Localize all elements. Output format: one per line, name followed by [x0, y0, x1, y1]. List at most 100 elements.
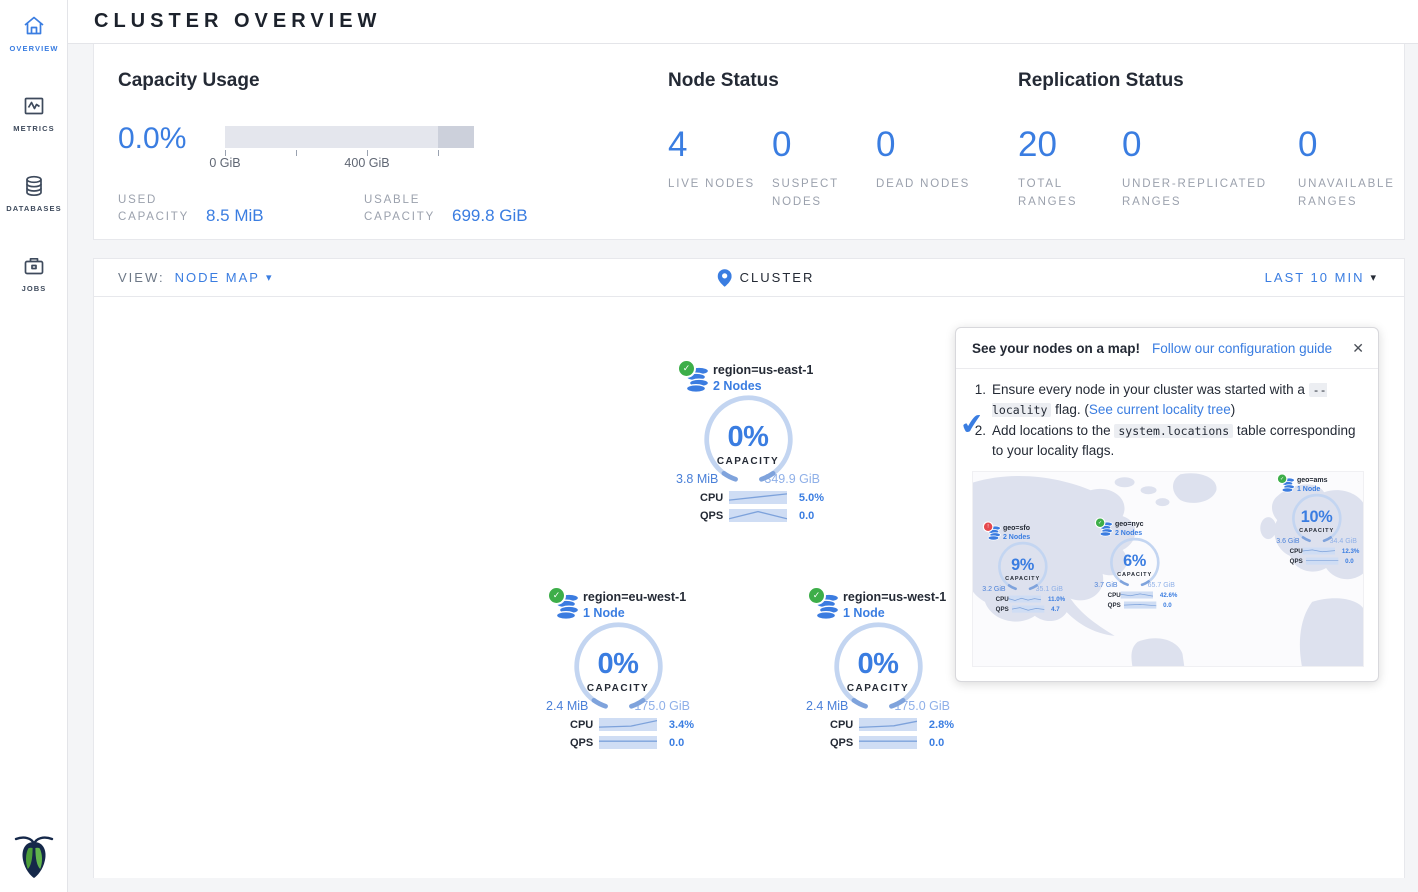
- node-marker[interactable]: ✓ geo=ams 1 Node 10%: [1274, 474, 1359, 565]
- node-marker[interactable]: ! geo=sfo 2 Nodes 9%: [980, 522, 1065, 613]
- usable-capacity-stat: USABLE CAPACITY 699.8 GiB: [364, 192, 528, 227]
- node-region-label: region=us-west-1: [843, 590, 954, 604]
- cpu-sparkline: [1121, 591, 1153, 598]
- axis-tick-label: 0 GiB: [209, 156, 240, 170]
- capacity-percent: 0%: [728, 421, 769, 454]
- node-status-icon: !: [984, 522, 992, 530]
- node-marker[interactable]: ✓ geo=nyc 2 Nodes 6%: [1092, 518, 1177, 609]
- cpu-row: CPU 11.0%: [980, 595, 1065, 602]
- popup-step-1: 1. Ensure every node in your cluster was…: [968, 380, 1362, 420]
- capacity-label: CAPACITY: [1005, 575, 1040, 581]
- node-region-label: geo=sfo: [1003, 524, 1065, 532]
- configuration-guide-link[interactable]: Follow our configuration guide: [1152, 341, 1332, 356]
- qps-sparkline: [859, 736, 917, 749]
- view-label: VIEW:: [118, 270, 165, 285]
- capacity-label: CAPACITY: [717, 456, 779, 467]
- sidebar-item-label: METRICS: [0, 124, 68, 133]
- capacity-label: CAPACITY: [847, 683, 909, 694]
- capacity-usage-section: Capacity Usage 0.0% 0 GiB 400 GiB USED C…: [94, 44, 644, 239]
- capacity-gauge: 10% CAPACITY: [1290, 492, 1343, 545]
- stat-label: USED CAPACITY: [118, 192, 206, 227]
- stat-label: USABLE CAPACITY: [364, 192, 452, 227]
- cpu-row: CPU 12.3%: [1274, 547, 1359, 554]
- sidebar-item-label: DATABASES: [0, 204, 68, 213]
- popup-step-2: 2. Add locations to the system.locations…: [968, 421, 1362, 461]
- capacity-label: CAPACITY: [587, 683, 649, 694]
- page-title: CLUSTER OVERVIEW: [68, 0, 1418, 33]
- capacity-percent: 0%: [598, 648, 639, 681]
- code-system-locations: system.locations: [1114, 424, 1233, 438]
- capacity-label: CAPACITY: [1299, 527, 1334, 533]
- sidebar: OVERVIEW METRICS DATABASES JOBS: [0, 0, 68, 892]
- node-status-section: Node Status 4 LIVE NODES 0 SUSPECT NODES…: [644, 44, 994, 239]
- capacity-gauge: 6% CAPACITY: [1108, 536, 1161, 589]
- qps-row: QPS 0.0: [1092, 601, 1177, 608]
- under-replicated-ranges-stat: 0 UNDER-REPLICATED RANGES: [1122, 128, 1298, 212]
- node-map-panel: VIEW: NODE MAP ▾ CLUSTER LAST 10 MIN ▾ S…: [93, 258, 1405, 878]
- qps-sparkline: [1012, 605, 1044, 612]
- close-icon[interactable]: ✕: [1352, 340, 1364, 357]
- check-mark-icon: ✔: [958, 406, 986, 443]
- cpu-sparkline: [1303, 547, 1335, 554]
- qps-sparkline: [1306, 557, 1338, 564]
- qps-sparkline: [1124, 601, 1156, 608]
- locality-tree-link[interactable]: See current locality tree: [1089, 402, 1231, 417]
- cpu-sparkline: [1009, 595, 1041, 602]
- node-count-label: 1 Node: [583, 606, 694, 620]
- node-marker[interactable]: ✓ region=eu-west-1 1 Node 0%: [542, 587, 694, 749]
- page-header: CLUSTER OVERVIEW: [68, 0, 1418, 44]
- capacity-percent: 9%: [1011, 556, 1034, 574]
- breadcrumb: CLUSTER: [718, 269, 815, 287]
- qps-row: QPS 0.0: [1274, 557, 1359, 564]
- capacity-gauge: 0% CAPACITY: [571, 619, 666, 714]
- cpu-row: CPU 42.6%: [1092, 591, 1177, 598]
- capacity-percent: 10%: [1301, 508, 1333, 526]
- view-selector[interactable]: NODE MAP: [175, 270, 260, 285]
- sidebar-item-jobs[interactable]: JOBS: [0, 240, 68, 320]
- sidebar-item-overview[interactable]: OVERVIEW: [0, 0, 68, 80]
- stat-value: 8.5 MiB: [206, 206, 264, 227]
- node-status-icon: ✓: [1096, 518, 1104, 526]
- cpu-sparkline: [599, 718, 657, 731]
- node-marker[interactable]: ✓ region=us-east-1 2 Nodes 0: [672, 360, 824, 522]
- node-status-icon: ✓: [1278, 474, 1286, 482]
- capacity-bar-used-segment: [438, 126, 474, 148]
- cluster-summary-bar: Capacity Usage 0.0% 0 GiB 400 GiB USED C…: [93, 44, 1405, 240]
- axis-tick-label: 400 GiB: [344, 156, 389, 170]
- chevron-down-icon: ▾: [1370, 271, 1376, 284]
- time-range-selector[interactable]: LAST 10 MIN ▾: [1265, 270, 1376, 285]
- databases-icon: [22, 174, 46, 198]
- cpu-sparkline: [859, 718, 917, 731]
- chevron-down-icon[interactable]: ▾: [266, 271, 272, 284]
- sidebar-item-databases[interactable]: DATABASES: [0, 160, 68, 240]
- node-region-label: geo=nyc: [1115, 520, 1177, 528]
- sidebar-item-metrics[interactable]: METRICS: [0, 80, 68, 160]
- node-region-label: region=eu-west-1: [583, 590, 694, 604]
- map-preview-image: ! geo=sfo 2 Nodes 9%: [972, 471, 1364, 667]
- qps-row: QPS 0.0: [542, 736, 694, 749]
- qps-sparkline: [599, 736, 657, 749]
- section-title: Capacity Usage: [118, 70, 644, 92]
- breadcrumb-cluster[interactable]: CLUSTER: [740, 270, 815, 285]
- view-bar: VIEW: NODE MAP ▾ CLUSTER LAST 10 MIN ▾: [94, 259, 1404, 297]
- node-status-icon: ✓: [809, 588, 824, 603]
- capacity-percent: 6%: [1123, 552, 1146, 570]
- qps-sparkline: [729, 509, 787, 522]
- stat-value: 699.8 GiB: [452, 206, 528, 227]
- node-count-label: 2 Nodes: [713, 379, 824, 393]
- capacity-label: CAPACITY: [1117, 571, 1152, 577]
- section-title: Node Status: [668, 70, 994, 92]
- popup-title: See your nodes on a map!: [972, 341, 1140, 356]
- cpu-sparkline: [729, 491, 787, 504]
- node-status-icon: ✓: [679, 361, 694, 376]
- capacity-gauge: 9% CAPACITY: [996, 540, 1049, 593]
- cpu-row: CPU 5.0%: [672, 491, 824, 504]
- map-config-popup: See your nodes on a map! Follow our conf…: [955, 327, 1379, 682]
- sidebar-item-label: JOBS: [0, 284, 68, 293]
- node-marker[interactable]: ✓ region=us-west-1 1 Node 0%: [802, 587, 954, 749]
- qps-row: QPS 4.7: [980, 605, 1065, 612]
- cockroachdb-logo[interactable]: [0, 833, 68, 884]
- map-pin-icon: [718, 269, 732, 287]
- unavailable-ranges-stat: 0 UNAVAILABLE RANGES: [1298, 128, 1404, 212]
- node-status-icon: ✓: [549, 588, 564, 603]
